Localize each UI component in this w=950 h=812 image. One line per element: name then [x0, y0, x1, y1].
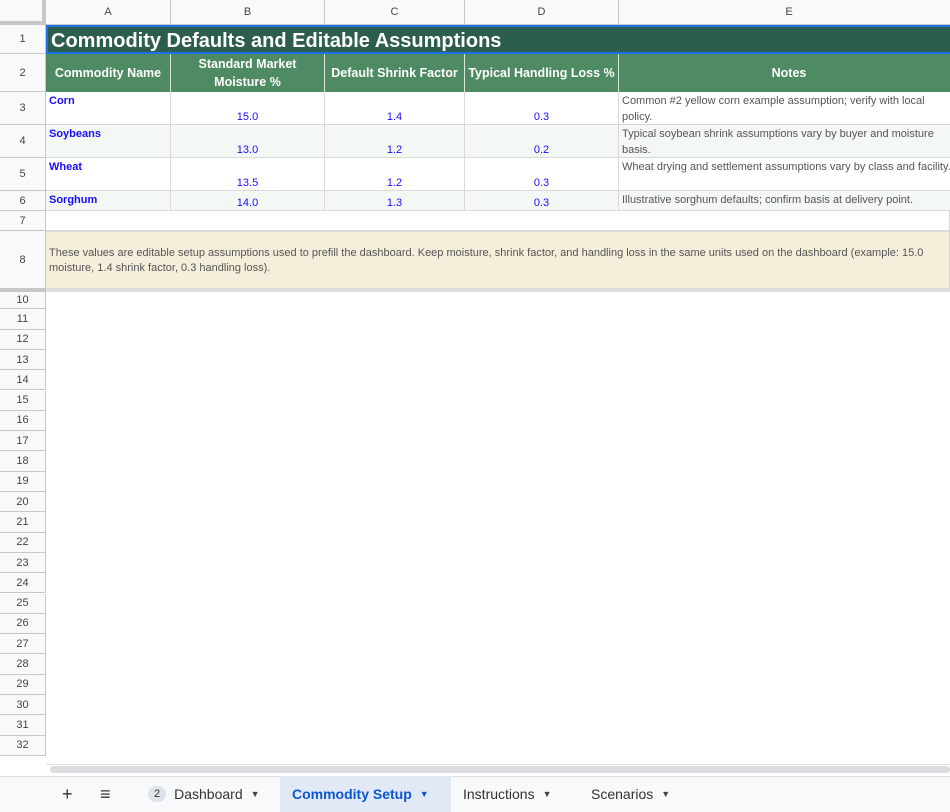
row-header[interactable]: 19	[0, 472, 46, 492]
tab-commodity-setup[interactable]: Commodity Setup ▼	[280, 776, 451, 812]
row-header[interactable]: 32	[0, 736, 46, 756]
column-header[interactable]: E	[619, 0, 950, 25]
commodity-name-cell[interactable]: Corn	[46, 92, 171, 125]
row-header[interactable]: 14	[0, 370, 46, 390]
column-heading: Default Shrink Factor	[325, 54, 465, 92]
row-header[interactable]: 23	[0, 553, 46, 573]
row-header[interactable]: 3	[0, 92, 46, 125]
row-header[interactable]: 11	[0, 309, 46, 329]
commodity-name-cell[interactable]: Soybeans	[46, 125, 171, 158]
row-header[interactable]: 26	[0, 614, 46, 634]
row-header[interactable]: 17	[0, 431, 46, 451]
chevron-down-icon: ▼	[543, 789, 552, 799]
row-header[interactable]: 4	[0, 125, 46, 158]
column-heading: Standard Market Moisture %	[171, 54, 325, 92]
row-header[interactable]: 20	[0, 492, 46, 512]
chevron-down-icon: ▼	[661, 789, 670, 799]
footnote-cell[interactable]: These values are editable setup assumpti…	[46, 231, 950, 289]
chevron-down-icon: ▼	[420, 789, 429, 799]
shrink-cell[interactable]: 1.4	[325, 92, 465, 125]
select-all-corner[interactable]	[0, 0, 46, 25]
row-header[interactable]: 30	[0, 695, 46, 715]
shrink-cell[interactable]: 1.3	[325, 191, 465, 211]
column-heading: Notes	[619, 54, 950, 92]
empty-grid[interactable]	[46, 289, 950, 764]
commodity-name-cell[interactable]: Wheat	[46, 158, 171, 191]
notes-cell[interactable]: Common #2 yellow corn example assumption…	[619, 92, 950, 125]
notes-cell[interactable]: Typical soybean shrink assumptions vary …	[619, 125, 950, 158]
tab-scenarios[interactable]: Scenarios ▼	[579, 776, 682, 812]
row-header[interactable]: 2	[0, 54, 46, 92]
row-header[interactable]: 6	[0, 191, 46, 211]
column-header[interactable]: A	[46, 0, 171, 25]
notes-cell[interactable]: Wheat drying and settlement assumptions …	[619, 158, 950, 191]
loss-cell[interactable]: 0.2	[465, 125, 619, 158]
row-header[interactable]: 22	[0, 533, 46, 553]
row-header[interactable]: 21	[0, 512, 46, 532]
column-header[interactable]: B	[171, 0, 325, 25]
shrink-cell[interactable]: 1.2	[325, 125, 465, 158]
tab-label: Scenarios	[591, 786, 653, 802]
row-header[interactable]: 28	[0, 654, 46, 674]
row-header[interactable]: 27	[0, 634, 46, 654]
horizontal-scrollbar[interactable]	[50, 766, 950, 773]
row-header[interactable]: 31	[0, 715, 46, 735]
tab-instructions[interactable]: Instructions ▼	[451, 776, 564, 812]
row-header[interactable]: 24	[0, 573, 46, 593]
add-sheet-button[interactable]: +	[50, 776, 85, 812]
badge: 2	[148, 786, 166, 802]
row-header[interactable]: 29	[0, 675, 46, 695]
tab-label: Instructions	[463, 786, 535, 802]
row-header[interactable]: 7	[0, 211, 46, 231]
row-header[interactable]: 25	[0, 594, 46, 614]
row-header[interactable]: 16	[0, 411, 46, 431]
title-cell[interactable]: Commodity Defaults and Editable Assumpti…	[46, 25, 950, 54]
row-header[interactable]: 18	[0, 451, 46, 471]
row-header[interactable]: 13	[0, 350, 46, 370]
column-heading: Typical Handling Loss %	[465, 54, 619, 92]
column-header[interactable]: C	[325, 0, 465, 25]
notes-cell[interactable]: Illustrative sorghum defaults; confirm b…	[619, 191, 950, 211]
row-header[interactable]: 15	[0, 391, 46, 411]
row-header[interactable]: 8	[0, 231, 46, 289]
column-header[interactable]: D	[465, 0, 619, 25]
all-sheets-menu-button[interactable]: ≡	[88, 776, 123, 812]
column-heading: Commodity Name	[46, 54, 171, 92]
row-header[interactable]: 5	[0, 158, 46, 191]
empty-row[interactable]	[46, 211, 950, 231]
tab-dashboard[interactable]: 2 Dashboard ▼	[136, 776, 272, 812]
tab-label: Dashboard	[174, 786, 243, 802]
shrink-cell[interactable]: 1.2	[325, 158, 465, 191]
row-header[interactable]: 1	[0, 25, 46, 54]
moisture-cell[interactable]: 13.5	[171, 158, 325, 191]
row-header[interactable]: 12	[0, 330, 46, 350]
row-header[interactable]: 10	[0, 289, 46, 309]
moisture-cell[interactable]: 15.0	[171, 92, 325, 125]
loss-cell[interactable]: 0.3	[465, 158, 619, 191]
chevron-down-icon: ▼	[251, 789, 260, 799]
loss-cell[interactable]: 0.3	[465, 92, 619, 125]
moisture-cell[interactable]: 14.0	[171, 191, 325, 211]
commodity-name-cell[interactable]: Sorghum	[46, 191, 171, 211]
tab-label: Commodity Setup	[292, 786, 412, 802]
moisture-cell[interactable]: 13.0	[171, 125, 325, 158]
loss-cell[interactable]: 0.3	[465, 191, 619, 211]
